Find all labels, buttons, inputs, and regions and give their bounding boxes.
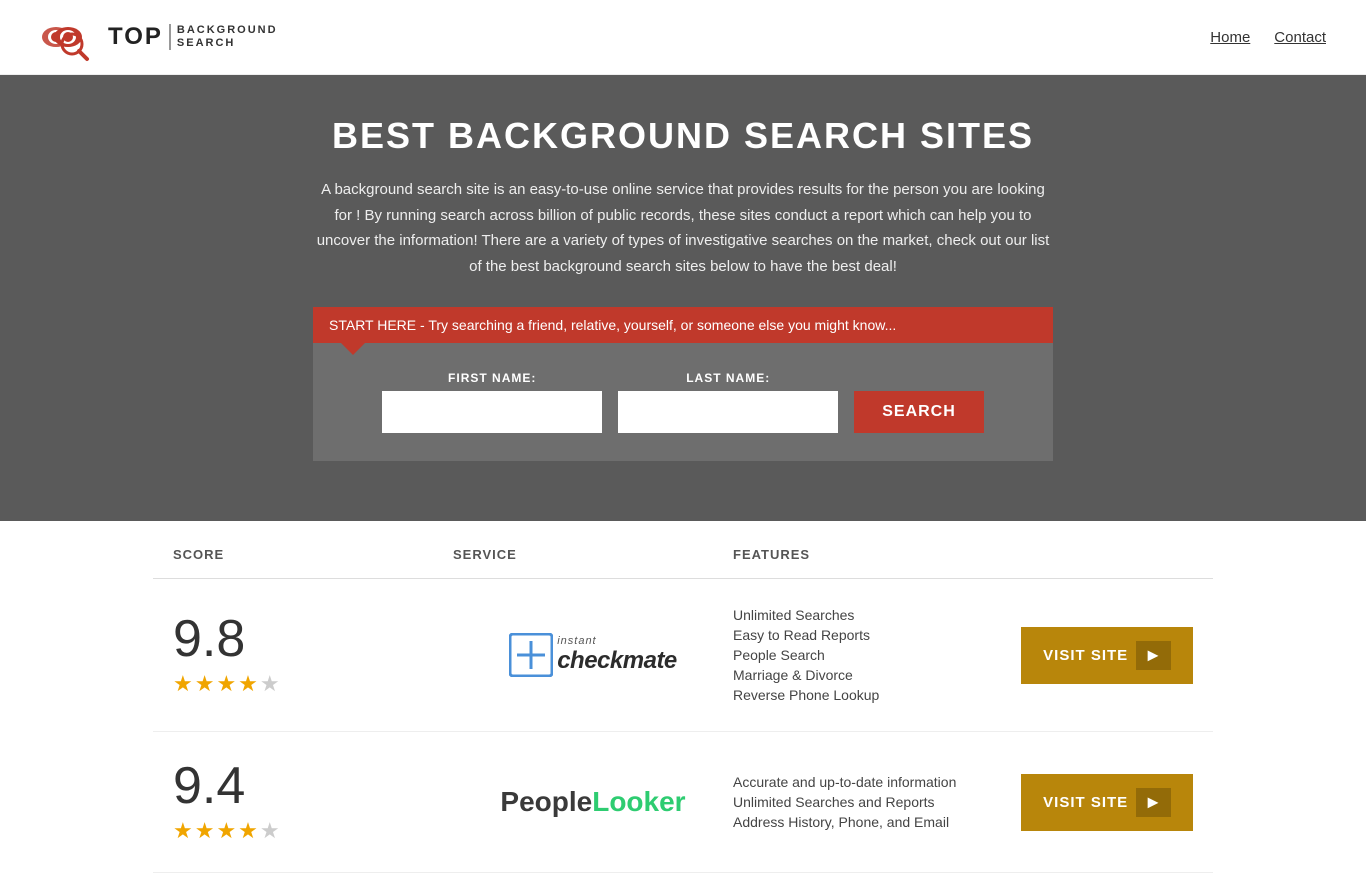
- logo-sub-text: BACKGROUND SEARCH: [169, 24, 278, 50]
- visit-col-2: VISIT SITE ►: [1013, 774, 1193, 831]
- feature-item: Easy to Read Reports: [733, 627, 1013, 643]
- col-features: FEATURES: [733, 547, 1013, 562]
- hero-description: A background search site is an easy-to-u…: [313, 177, 1053, 279]
- visit-col-1: VISIT SITE ►: [1013, 627, 1193, 684]
- first-name-group: FIRST NAME:: [382, 371, 602, 433]
- last-name-input[interactable]: [618, 391, 838, 433]
- peoplelooker-logo: PeopleLooker: [500, 786, 685, 818]
- results-area: SCORE SERVICE FEATURES 9.8 ★★★★★ instant…: [133, 531, 1233, 873]
- search-button[interactable]: SEARCH: [854, 391, 984, 433]
- logo-top: TOP BACKGROUND SEARCH: [108, 23, 278, 51]
- feature-item: Reverse Phone Lookup: [733, 687, 1013, 703]
- arrow-icon: ►: [1136, 641, 1171, 670]
- col-score: SCORE: [173, 547, 453, 562]
- nav-home[interactable]: Home: [1210, 29, 1250, 46]
- score-col-1: 9.8 ★★★★★: [173, 613, 453, 697]
- callout-bar: START HERE - Try searching a friend, rel…: [313, 307, 1053, 343]
- hero-section: BEST BACKGROUND SEARCH SITES A backgroun…: [0, 75, 1366, 521]
- first-name-input[interactable]: [382, 391, 602, 433]
- stars-2: ★★★★★: [173, 818, 282, 844]
- score-col-2: 9.4 ★★★★★: [173, 760, 453, 844]
- header: TOP BACKGROUND SEARCH Home Contact: [0, 0, 1366, 75]
- checkmate-text: instant checkmate: [557, 635, 677, 675]
- last-name-group: LAST NAME:: [618, 371, 838, 433]
- nav-contact[interactable]: Contact: [1274, 29, 1326, 46]
- table-row: 9.8 ★★★★★ instant checkmate Unlimited Se…: [153, 579, 1213, 732]
- checkmate-logo: instant checkmate: [509, 633, 677, 677]
- visit-site-button-2[interactable]: VISIT SITE ►: [1021, 774, 1193, 831]
- service-col-1: instant checkmate: [453, 633, 733, 677]
- feature-item: Unlimited Searches: [733, 607, 1013, 623]
- hero-title: BEST BACKGROUND SEARCH SITES: [20, 115, 1346, 157]
- stars-1: ★★★★★: [173, 671, 282, 697]
- score-number-1: 9.8: [173, 613, 245, 665]
- table-header: SCORE SERVICE FEATURES: [153, 531, 1213, 579]
- feature-item: Address History, Phone, and Email: [733, 814, 1013, 830]
- first-name-label: FIRST NAME:: [382, 371, 602, 385]
- logo-area: TOP BACKGROUND SEARCH: [40, 12, 278, 62]
- logo-top-text: TOP: [108, 23, 163, 51]
- main-nav: Home Contact: [1210, 29, 1326, 46]
- feature-item: Unlimited Searches and Reports: [733, 794, 1013, 810]
- features-col-1: Unlimited Searches Easy to Read Reports …: [733, 607, 1013, 703]
- features-col-2: Accurate and up-to-date information Unli…: [733, 774, 1013, 830]
- col-service: SERVICE: [453, 547, 733, 562]
- feature-item: People Search: [733, 647, 1013, 663]
- table-row: 9.4 ★★★★★ PeopleLooker Accurate and up-t…: [153, 732, 1213, 873]
- last-name-label: LAST NAME:: [618, 371, 838, 385]
- feature-item: Marriage & Divorce: [733, 667, 1013, 683]
- logo-icon: [40, 12, 100, 62]
- col-action: [1013, 547, 1193, 562]
- feature-item: Accurate and up-to-date information: [733, 774, 1013, 790]
- search-form: FIRST NAME: LAST NAME: SEARCH: [313, 343, 1053, 461]
- service-col-2: PeopleLooker: [453, 786, 733, 818]
- arrow-icon: ►: [1136, 788, 1171, 817]
- visit-site-button-1[interactable]: VISIT SITE ►: [1021, 627, 1193, 684]
- checkmate-icon: [509, 633, 553, 677]
